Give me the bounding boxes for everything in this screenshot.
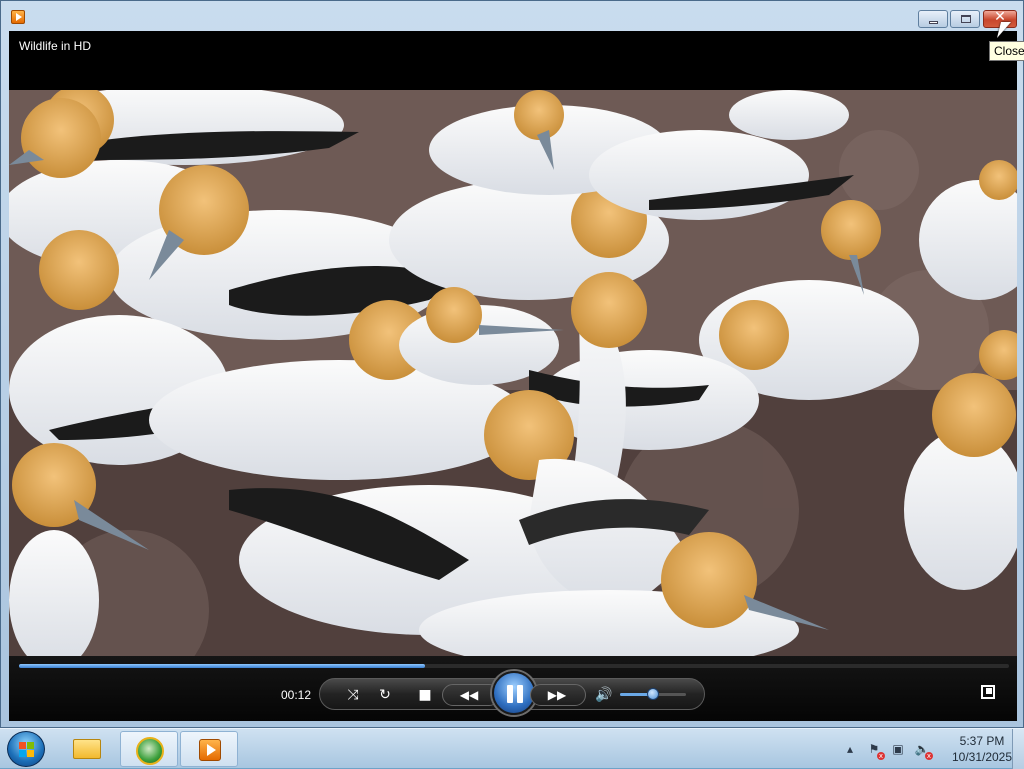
media-title: Wildlife in HD — [19, 39, 92, 53]
minimize-icon — [929, 21, 938, 24]
next-icon: ▶▶ — [547, 688, 567, 702]
next-button[interactable]: ▶▶ — [530, 684, 586, 706]
show-hidden-icons-chevron[interactable]: ▴ — [842, 741, 858, 757]
repeat-button[interactable]: ↻ — [374, 684, 396, 706]
stop-icon: ■ — [418, 687, 432, 703]
repeat-icon: ↻ — [379, 687, 391, 703]
start-button[interactable] — [7, 731, 45, 767]
clock-time[interactable]: 5:37 PM — [952, 734, 1012, 748]
seek-bar-progress — [19, 664, 425, 668]
pause-icon — [507, 685, 513, 703]
windows-start-icon — [19, 742, 35, 758]
windows-media-player-icon[interactable] — [11, 10, 25, 24]
windows-media-player-icon — [199, 739, 221, 761]
maximize-button[interactable] — [950, 10, 980, 28]
pause-icon — [517, 685, 523, 703]
taskbar: ▴ ⚑ x ▣ 🔈 x 5:37 PM 10/31/2025 — [0, 728, 1024, 769]
taskbar-internet-explorer[interactable] — [120, 731, 178, 767]
title-bar[interactable]: ✕ — [1, 1, 1023, 31]
elapsed-time: 00:12 — [281, 688, 312, 702]
close-tooltip: Close — [989, 41, 1024, 61]
speaker-icon: 🔊 — [595, 687, 613, 703]
media-player-window: ✕ Wildlife in HD 00:12 ⤨ ↻ ■ ◀◀ ▶▶ 🔊 Clo… — [0, 0, 1024, 728]
seek-bar[interactable] — [19, 664, 1009, 668]
maximize-icon — [961, 15, 971, 23]
taskbar-file-explorer[interactable] — [58, 731, 116, 767]
video-frame[interactable] — [9, 90, 1017, 656]
file-explorer-icon — [73, 739, 101, 759]
minimize-button[interactable] — [918, 10, 948, 28]
show-desktop-button[interactable] — [1012, 729, 1024, 769]
playback-controls-bar: 00:12 ⤨ ↻ ■ ◀◀ ▶▶ 🔊 — [9, 656, 1017, 721]
previous-icon: ◀◀ — [459, 688, 479, 702]
player-surface: Wildlife in HD 00:12 ⤨ ↻ ■ ◀◀ ▶▶ 🔊 — [9, 31, 1017, 721]
volume-muted-icon[interactable]: 🔈 x — [914, 741, 933, 760]
taskbar-windows-media-player[interactable] — [180, 731, 238, 767]
stop-button[interactable]: ■ — [414, 684, 436, 706]
mute-button[interactable]: 🔊 — [593, 684, 615, 706]
clock-date[interactable]: 10/31/2025 — [946, 750, 1018, 764]
system-tray: ▴ ⚑ x ▣ 🔈 x 5:37 PM 10/31/2025 — [842, 729, 1024, 769]
shuffle-button[interactable]: ⤨ — [342, 684, 364, 706]
volume-slider[interactable] — [620, 688, 686, 700]
internet-explorer-icon — [136, 737, 164, 765]
shuffle-icon: ⤨ — [347, 687, 359, 703]
switch-to-library-button[interactable] — [981, 685, 995, 699]
network-icon[interactable]: ▣ — [890, 741, 906, 757]
action-center-flag-icon[interactable]: ⚑ x — [866, 741, 885, 760]
video-content — [9, 90, 1017, 656]
volume-knob[interactable] — [647, 688, 659, 700]
transport-controls: ⤨ ↻ ■ ◀◀ ▶▶ 🔊 — [319, 671, 705, 715]
